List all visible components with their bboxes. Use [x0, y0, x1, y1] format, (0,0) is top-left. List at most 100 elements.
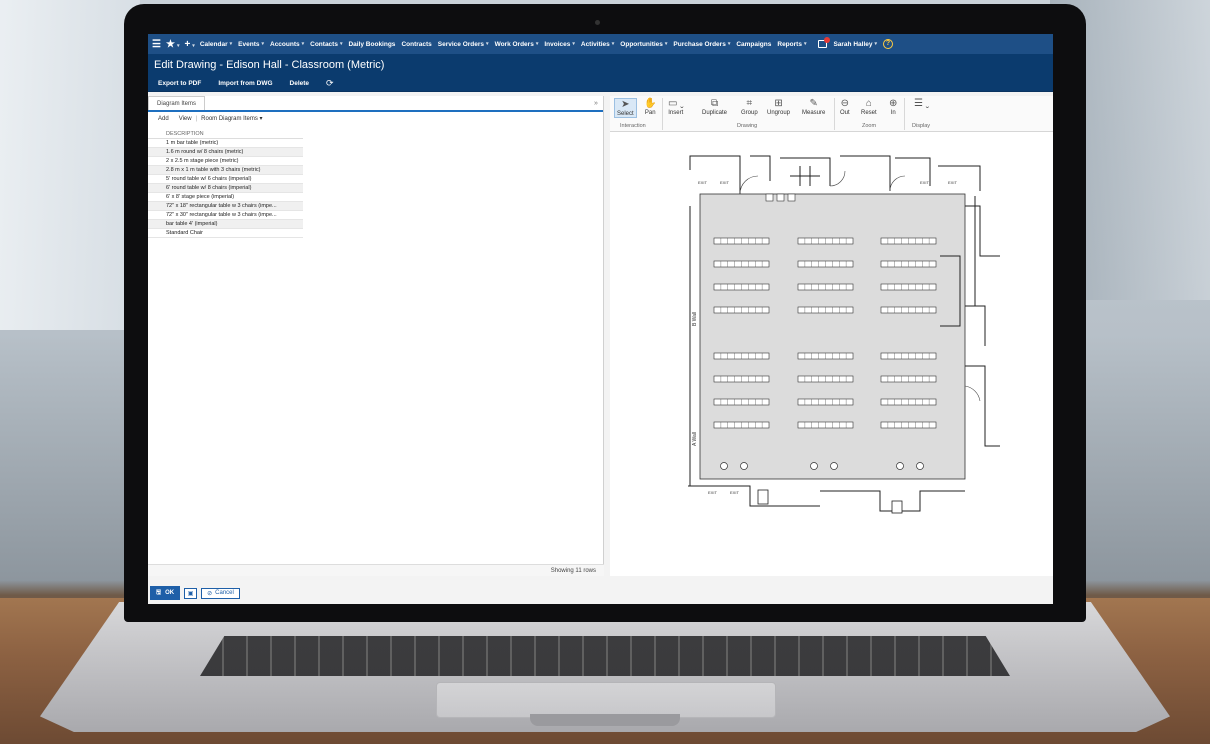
table-row[interactable]: 1.6 m round w/ 8 chairs (metric) — [148, 148, 303, 157]
group-button[interactable]: ⌗ Group — [741, 98, 758, 116]
nav-item-accounts[interactable]: Accounts ▾ — [270, 41, 304, 48]
delete-button[interactable]: Delete — [290, 80, 310, 87]
table-row[interactable]: 5' round table w/ 6 chairs (imperial) — [148, 175, 303, 184]
table-row[interactable]: 72" x 18" rectangular table w 3 chairs (… — [148, 202, 303, 211]
nav-item-campaigns[interactable]: Campaigns — [736, 41, 771, 48]
user-menu[interactable]: Sarah Halley ▾ — [818, 37, 877, 48]
head-chairs — [765, 193, 796, 202]
exit-label: EXIT — [698, 180, 707, 185]
nav-item-invoices[interactable]: Invoices ▾ — [544, 41, 575, 48]
wall-label-a: A Wall — [692, 432, 698, 446]
grid-toolbar: Add View | Room Diagram Items ▾ — [158, 115, 263, 123]
import-dwg-button[interactable]: Import from DWG — [218, 80, 272, 87]
duplicate-icon: ⧉ — [710, 98, 719, 109]
nav-item-events[interactable]: Events ▾ — [238, 41, 264, 48]
app-screen: ☰ ★ ▾ + ▾ Calendar ▾ Events ▾ Accounts ▾ Cont… — [148, 34, 1053, 604]
group-label-display: Display — [912, 123, 931, 129]
zoom-in-button[interactable]: ⊕ In — [889, 98, 897, 116]
add-item-button[interactable]: Add — [158, 116, 169, 122]
action-toolbar: Export to PDF Import from DWG Delete ⟳ — [148, 76, 1053, 92]
exit-label: EXIT — [730, 490, 739, 495]
laptop-trackpad — [436, 682, 776, 718]
zoom-out-icon: ⊖ — [840, 98, 850, 109]
ungroup-button[interactable]: ⊞ Ungroup — [767, 98, 790, 116]
measure-button[interactable]: ✎ Measure — [802, 98, 825, 116]
table-row[interactable]: 2.8 m x 1 m table with 3 chairs (metric) — [148, 166, 303, 175]
menu-icon[interactable]: ☰ — [152, 39, 161, 50]
nav-item-purchase-orders[interactable]: Purchase Orders ▾ — [673, 41, 730, 48]
diagram-items-pane: Diagram Items » Add View | Room Diagram … — [148, 96, 604, 576]
nav-item-opportunities[interactable]: Opportunities ▾ — [620, 41, 667, 48]
favorites-star-icon[interactable]: ★ ▾ — [166, 39, 179, 50]
background-window-left — [0, 0, 140, 330]
zoom-reset-button[interactable]: ⌂ Reset — [861, 98, 877, 116]
diagram-items-grid: DESCRIPTION 1 m bar table (metric) 1.6 m… — [148, 130, 303, 238]
view-label: View — [178, 115, 192, 122]
column-header-description[interactable]: DESCRIPTION — [148, 130, 303, 139]
table-row[interactable]: 72" x 30" rectangular table w 3 chairs (… — [148, 211, 303, 220]
home-icon: ⌂ — [865, 98, 872, 109]
drawing-ribbon: ➤ Select ✋ Pan Interaction ▭ ˬ Insert ⧉ Dupl… — [610, 96, 1053, 132]
export-pdf-button[interactable]: Export to PDF — [158, 80, 201, 87]
nav-item-activities[interactable]: Activities ▾ — [581, 41, 614, 48]
save-button[interactable]: ▣ — [184, 587, 198, 599]
exit-label: EXIT — [708, 490, 717, 495]
hand-icon: ✋ — [644, 98, 657, 109]
collapse-pane-icon[interactable]: » — [589, 96, 603, 110]
pointer-icon: ➤ — [621, 99, 630, 110]
wall-label-b: B Wall — [692, 312, 698, 326]
insert-button[interactable]: ▭ ˬ Insert — [668, 98, 684, 116]
table-row[interactable]: 1 m bar table (metric) — [148, 139, 303, 148]
select-tool-button[interactable]: ➤ Select — [614, 98, 637, 118]
top-nav: ☰ ★ ▾ + ▾ Calendar ▾ Events ▾ Accounts ▾ Cont… — [148, 34, 1053, 54]
group-label-zoom: Zoom — [862, 123, 877, 129]
floor-plan-canvas[interactable]: EXIT EXIT EXIT EXIT EXIT EXIT B Wall A W… — [680, 146, 1000, 526]
rectangle-icon: ▭ ˬ — [668, 98, 684, 109]
refresh-icon[interactable]: ⟳ — [326, 78, 334, 89]
group-label-interaction: Interaction — [620, 123, 646, 129]
zoom-out-button[interactable]: ⊖ Out — [840, 98, 850, 116]
tab-bar: Diagram Items » — [148, 96, 603, 112]
table-row[interactable]: Standard Chair — [148, 229, 303, 238]
group-label-drawing: Drawing — [737, 123, 758, 129]
zoom-in-icon: ⊕ — [889, 98, 898, 109]
hall-floor — [699, 193, 966, 480]
nav-item-calendar[interactable]: Calendar ▾ — [200, 41, 232, 48]
help-icon[interactable]: ? — [883, 39, 893, 49]
floppy-icon: ▣ — [187, 590, 194, 597]
nav-item-reports[interactable]: Reports ▾ — [777, 41, 806, 48]
row-count: Showing 11 rows — [148, 564, 604, 576]
cancel-icon: ⊘ — [207, 590, 213, 597]
table-row[interactable]: bar table 4' (imperial) — [148, 220, 303, 229]
nav-item-daily-bookings[interactable]: Daily Bookings — [348, 41, 395, 48]
page-title: Edit Drawing - Edison Hall - Classroom (… — [148, 54, 1053, 76]
dialog-footer: 🖫 OK ▣ ⊘ Cancel — [148, 582, 1053, 604]
ungroup-icon: ⊞ — [774, 98, 783, 109]
nav-item-contacts[interactable]: Contacts ▾ — [310, 41, 342, 48]
nav-item-contracts[interactable]: Contracts — [401, 41, 431, 48]
cancel-button[interactable]: ⊘ Cancel — [201, 587, 240, 599]
table-row[interactable]: 6' round table w/ 8 chairs (imperial) — [148, 184, 303, 193]
pan-tool-button[interactable]: ✋ Pan — [644, 98, 656, 116]
exit-label: EXIT — [720, 180, 729, 185]
nav-item-work-orders[interactable]: Work Orders ▾ — [495, 41, 539, 48]
tab-diagram-items[interactable]: Diagram Items — [148, 96, 206, 110]
laptop-front-lip — [530, 714, 680, 726]
ok-button[interactable]: 🖫 OK — [150, 586, 181, 600]
exit-label: EXIT — [920, 180, 929, 185]
display-layers-button[interactable]: ☰ ˬ — [914, 98, 929, 110]
nav-item-service-orders[interactable]: Service Orders ▾ — [438, 41, 489, 48]
add-plus-icon[interactable]: + ▾ — [184, 39, 194, 50]
table-row[interactable]: 6' x 8' stage piece (imperial) — [148, 193, 303, 202]
drawing-pane: ➤ Select ✋ Pan Interaction ▭ ˬ Insert ⧉ Dupl… — [610, 96, 1053, 576]
duplicate-button[interactable]: ⧉ Duplicate — [702, 98, 727, 116]
user-name: Sarah Halley — [833, 40, 873, 48]
save-icon: 🖫 — [156, 590, 162, 596]
view-selector[interactable]: Room Diagram Items ▾ — [201, 115, 262, 122]
layers-icon: ☰ ˬ — [914, 98, 930, 109]
exit-label: EXIT — [948, 180, 957, 185]
notifications-icon[interactable] — [818, 37, 831, 48]
laptop-keyboard — [200, 636, 1010, 676]
table-row[interactable]: 2 x 2.5 m stage piece (metric) — [148, 157, 303, 166]
webcam — [595, 20, 600, 25]
